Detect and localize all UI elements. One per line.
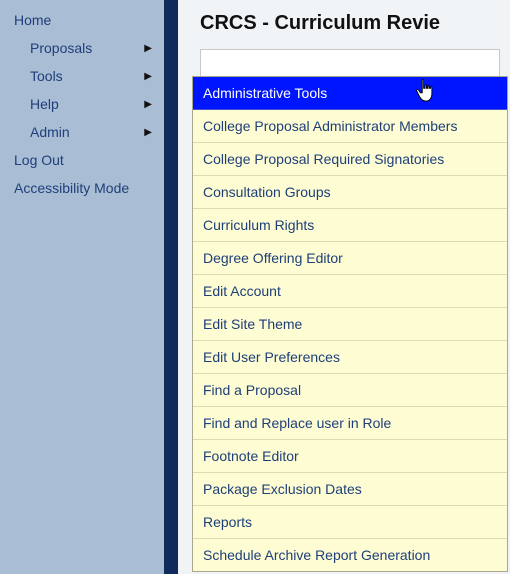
- sidebar-item-label: Help: [30, 96, 59, 112]
- submenu-item-edit-user-preferences[interactable]: Edit User Preferences: [193, 341, 507, 374]
- submenu-item-label: Degree Offering Editor: [203, 250, 343, 266]
- sidebar-item-admin[interactable]: Admin ▶: [0, 118, 164, 146]
- sidebar: Home Proposals ▶ Tools ▶ Help ▶ Admin ▶ …: [0, 0, 178, 574]
- sidebar-item-tools[interactable]: Tools ▶: [0, 62, 164, 90]
- submenu-arrow-icon: ▶: [144, 99, 152, 110]
- submenu-item-administrative-tools[interactable]: Administrative Tools: [193, 77, 507, 110]
- submenu-arrow-icon: ▶: [144, 127, 152, 138]
- submenu-item-reports[interactable]: Reports: [193, 506, 507, 539]
- submenu-item-find-a-proposal[interactable]: Find a Proposal: [193, 374, 507, 407]
- submenu-item-label: College Proposal Required Signatories: [203, 151, 444, 167]
- submenu-item-consultation-groups[interactable]: Consultation Groups: [193, 176, 507, 209]
- submenu-item-label: Package Exclusion Dates: [203, 481, 362, 497]
- sidebar-item-home[interactable]: Home: [0, 6, 164, 34]
- submenu-item-schedule-archive-report[interactable]: Schedule Archive Report Generation: [193, 539, 507, 571]
- sidebar-item-label: Tools: [30, 68, 63, 84]
- submenu-item-label: Find a Proposal: [203, 382, 301, 398]
- submenu-item-label: Curriculum Rights: [203, 217, 314, 233]
- sidebar-item-accessibility[interactable]: Accessibility Mode: [0, 174, 164, 202]
- submenu-item-label: Find and Replace user in Role: [203, 415, 391, 431]
- submenu-item-edit-site-theme[interactable]: Edit Site Theme: [193, 308, 507, 341]
- sidebar-item-label: Log Out: [14, 152, 64, 168]
- sidebar-item-help[interactable]: Help ▶: [0, 90, 164, 118]
- submenu-item-footnote-editor[interactable]: Footnote Editor: [193, 440, 507, 473]
- submenu-item-label: Footnote Editor: [203, 448, 299, 464]
- page-title: CRCS - Curriculum Revie: [200, 12, 510, 35]
- admin-submenu: Administrative Tools College Proposal Ad…: [192, 76, 508, 572]
- submenu-item-edit-account[interactable]: Edit Account: [193, 275, 507, 308]
- submenu-item-label: Consultation Groups: [203, 184, 331, 200]
- submenu-item-curriculum-rights[interactable]: Curriculum Rights: [193, 209, 507, 242]
- submenu-item-label: College Proposal Administrator Members: [203, 118, 457, 134]
- sidebar-item-label: Admin: [30, 124, 70, 140]
- submenu-arrow-icon: ▶: [144, 43, 152, 54]
- submenu-item-package-exclusion-dates[interactable]: Package Exclusion Dates: [193, 473, 507, 506]
- submenu-item-degree-offering-editor[interactable]: Degree Offering Editor: [193, 242, 507, 275]
- submenu-item-label: Administrative Tools: [203, 85, 327, 101]
- submenu-item-label: Reports: [203, 514, 252, 530]
- submenu-item-college-proposal-admin-members[interactable]: College Proposal Administrator Members: [193, 110, 507, 143]
- submenu-item-find-replace-user-in-role[interactable]: Find and Replace user in Role: [193, 407, 507, 440]
- sidebar-item-proposals[interactable]: Proposals ▶: [0, 34, 164, 62]
- sidebar-item-label: Accessibility Mode: [14, 180, 129, 196]
- sidebar-notch: [164, 32, 178, 46]
- sidebar-item-label: Home: [14, 12, 51, 28]
- submenu-item-label: Edit Site Theme: [203, 316, 302, 332]
- submenu-arrow-icon: ▶: [144, 71, 152, 82]
- sidebar-item-label: Proposals: [30, 40, 92, 56]
- submenu-item-label: Edit User Preferences: [203, 349, 340, 365]
- submenu-item-label: Schedule Archive Report Generation: [203, 547, 430, 563]
- submenu-item-college-proposal-required-signatories[interactable]: College Proposal Required Signatories: [193, 143, 507, 176]
- submenu-item-label: Edit Account: [203, 283, 281, 299]
- sidebar-item-logout[interactable]: Log Out: [0, 146, 164, 174]
